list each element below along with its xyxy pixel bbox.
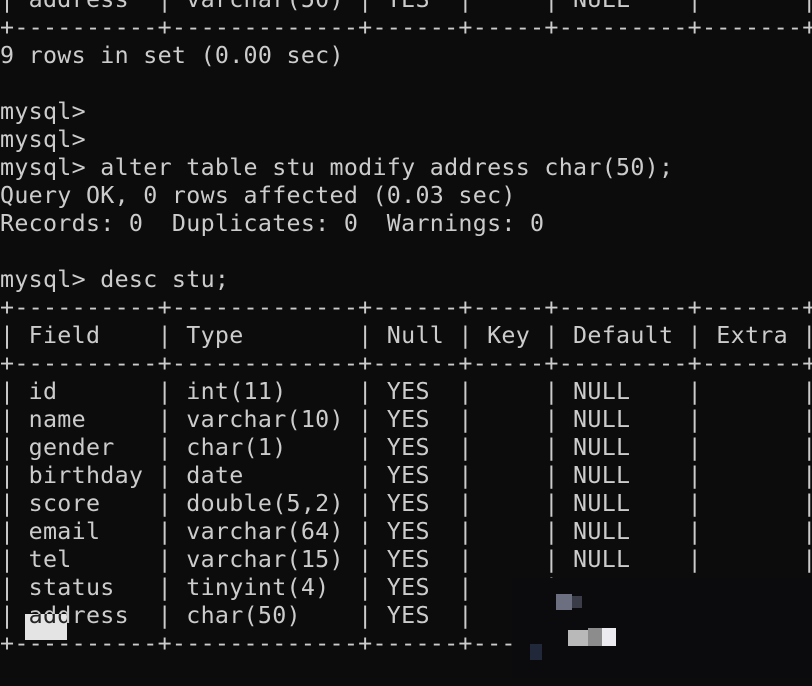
prompt-line: mysql> [0,98,86,125]
command-line: mysql> alter table stu modify address ch… [0,154,674,181]
table-row: | gender | char(1) | YES | | NULL | | [0,434,812,461]
table-border: +----------+-------------+------+-----+-… [0,350,812,377]
table-border: +----------+-------------+------+-----+-… [0,294,812,321]
table-row: | birthday | date | YES | | NULL | | [0,462,812,489]
result-summary: 9 rows in set (0.00 sec) [0,42,344,69]
pixel-block-icon [568,630,588,646]
command-line: mysql> desc stu; [0,266,230,293]
ime-overlay-widget[interactable] [512,578,812,678]
table-row: | email | varchar(64) | YES | | NULL | | [0,518,812,545]
table-row: | id | int(11) | YES | | NULL | | [0,378,812,405]
pixel-block-icon [572,596,582,608]
table-row: | score | double(5,2) | YES | | NULL | | [0,490,812,517]
pixel-block-icon [530,644,542,660]
prompt-line: mysql> [0,126,86,153]
table-header: | Field | Type | Null | Key | Default | … [0,322,812,349]
table-row: | name | varchar(10) | YES | | NULL | | [0,406,812,433]
terminal-line: | address | varchar(50) | YES | | NULL |… [0,0,812,14]
table-border: +----------+-------------+------+-----+-… [0,14,812,41]
pixel-block-icon [556,594,572,610]
query-result: Query OK, 0 rows affected (0.03 sec) [0,182,516,209]
pixel-block-icon [588,628,602,646]
pixel-block-icon [602,628,616,646]
records-info: Records: 0 Duplicates: 0 Warnings: 0 [0,210,545,237]
table-row: | tel | varchar(15) | YES | | NULL | | [0,546,812,573]
